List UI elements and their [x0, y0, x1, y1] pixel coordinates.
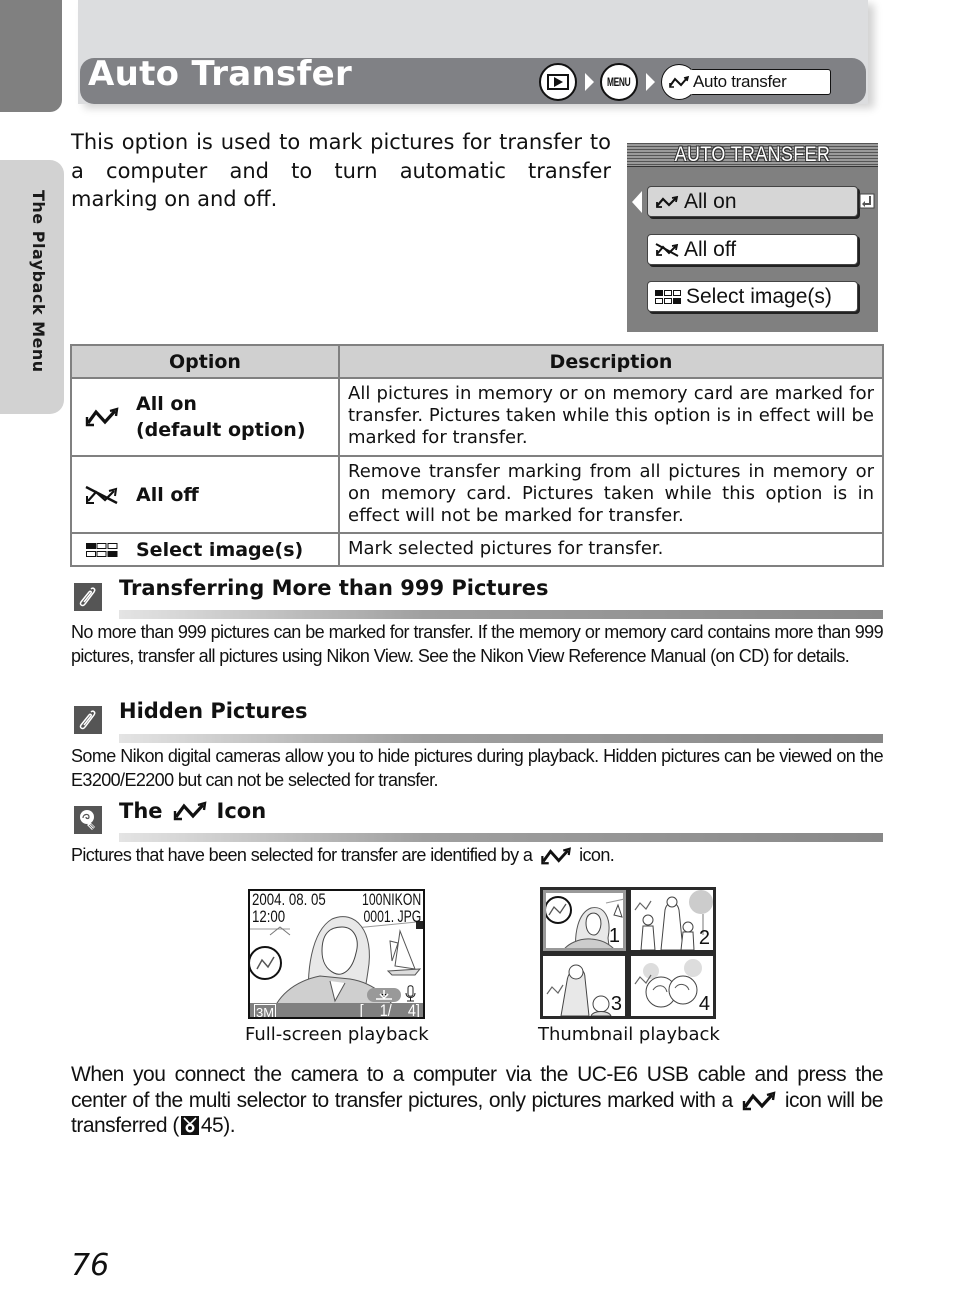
table-header-description: Description	[338, 344, 884, 379]
fs-image-mode: 3M	[254, 1004, 277, 1019]
intro-paragraph: This option is used to mark pictures for…	[71, 130, 611, 211]
lightbulb-icon	[74, 806, 102, 834]
fs-folder: 100NIKON	[361, 890, 421, 909]
option-sublabel: (default option)	[136, 419, 306, 441]
transfer-icon	[742, 1091, 776, 1111]
menu-button-label: MENU	[607, 75, 631, 89]
paperclip-icon	[74, 706, 102, 734]
table-row: All on (default option) All pictures in …	[70, 377, 884, 457]
thumbnail-grid-icon	[655, 289, 681, 304]
note-divider	[119, 610, 883, 619]
thumbnail-grid-icon	[82, 542, 122, 558]
camera-menu-screen: AUTO TRANSFER All on All off Select imag…	[627, 143, 878, 332]
note-divider	[119, 734, 883, 743]
camera-menu-item-all-off[interactable]: All off	[647, 234, 858, 265]
note-heading-post: Icon	[216, 799, 267, 823]
note-body: Some Nikon digital cameras allow you to …	[71, 746, 884, 790]
page-reference-icon	[180, 1116, 199, 1135]
thumbnail-caption: Thumbnail playback	[538, 1024, 720, 1045]
transfer-icon	[82, 406, 122, 428]
table-row: All off Remove transfer marking from all…	[70, 455, 884, 534]
transfer-icon	[656, 195, 679, 208]
note-heading: The Icon	[119, 799, 266, 823]
chevron-right-icon	[585, 73, 594, 91]
table-header-option: Option	[70, 344, 340, 379]
fs-time: 12:00	[252, 907, 286, 926]
thumbnail-3: 3	[543, 956, 625, 1016]
camera-menu-title: AUTO TRANSFER	[674, 143, 831, 166]
breadcrumb-final-label: Auto transfer	[693, 72, 787, 91]
fs-frame-counter: [ 1/ 4]	[359, 1001, 420, 1019]
note-heading: Hidden Pictures	[119, 699, 308, 723]
breadcrumb-auto-transfer: Auto transfer	[661, 64, 831, 100]
page-reference[interactable]: 45	[201, 1114, 224, 1137]
thumbnail-number: 3	[610, 993, 622, 1015]
note-body: No more than 999 pictures can be marked …	[71, 622, 884, 666]
transfer-icon	[540, 847, 571, 865]
page-number: 76	[71, 1248, 110, 1283]
thumbnail-number: 4	[698, 993, 710, 1015]
note-heading: Transferring More than 999 Pictures	[119, 576, 549, 600]
section-tab-label: The Playback Menu	[29, 190, 48, 373]
fullscreen-caption: Full-screen playback	[245, 1024, 429, 1045]
menu-button-icon: MENU	[600, 63, 638, 101]
side-tab-top	[0, 0, 62, 112]
camera-menu-item-label: All off	[684, 237, 737, 261]
option-description: Mark selected pictures for transfer.	[338, 532, 884, 567]
table-row: Select image(s) Mark selected pictures f…	[70, 532, 884, 567]
note-body: Pictures that have been selected for tra…	[71, 845, 615, 865]
camera-menu-item-label: All on	[684, 189, 737, 213]
fullscreen-playback-screen: 2004. 08. 05 12:00 100NIKON 0001. JPG 3M…	[248, 889, 425, 1019]
transfer-off-icon	[655, 242, 679, 257]
option-description: All pictures in memory or on memory card…	[338, 377, 884, 457]
playback-button-icon	[539, 63, 577, 101]
transfer-icon	[173, 801, 206, 821]
thumbnail-4: 4	[631, 956, 713, 1016]
left-arrow-icon	[632, 191, 642, 213]
page-title: Auto Transfer	[88, 54, 353, 94]
paperclip-icon	[74, 583, 102, 611]
thumbnail-playback-screen: 1 2 3 4	[540, 887, 716, 1019]
final-paragraph: When you connect the camera to a compute…	[71, 1063, 884, 1137]
thumbnail-number: 1	[608, 925, 620, 947]
breadcrumb: MENU Auto transfer	[539, 63, 831, 101]
thumbnail-2: 2	[631, 890, 713, 950]
options-table: Option Description All on (default optio…	[70, 344, 884, 567]
option-label: All off	[136, 483, 199, 506]
option-description: Remove transfer marking from all picture…	[338, 455, 884, 534]
camera-menu-item-label: Select image(s)	[686, 284, 832, 308]
transfer-off-icon	[82, 484, 122, 506]
thumbnail-number: 2	[698, 927, 710, 949]
chevron-right-icon	[646, 73, 655, 91]
enter-icon	[859, 193, 875, 209]
camera-menu-item-select-images[interactable]: Select image(s)	[647, 281, 858, 312]
thumbnail-1: 1	[543, 890, 626, 951]
option-label: All on	[136, 393, 197, 415]
note-heading-pre: The	[119, 799, 163, 823]
transfer-icon	[661, 64, 697, 100]
option-label: Select image(s)	[136, 538, 304, 561]
note-divider	[119, 833, 883, 842]
fs-date: 2004. 08. 05	[252, 890, 326, 909]
camera-menu-item-all-on[interactable]: All on	[647, 186, 858, 217]
fs-filename: 0001. JPG	[363, 907, 421, 926]
